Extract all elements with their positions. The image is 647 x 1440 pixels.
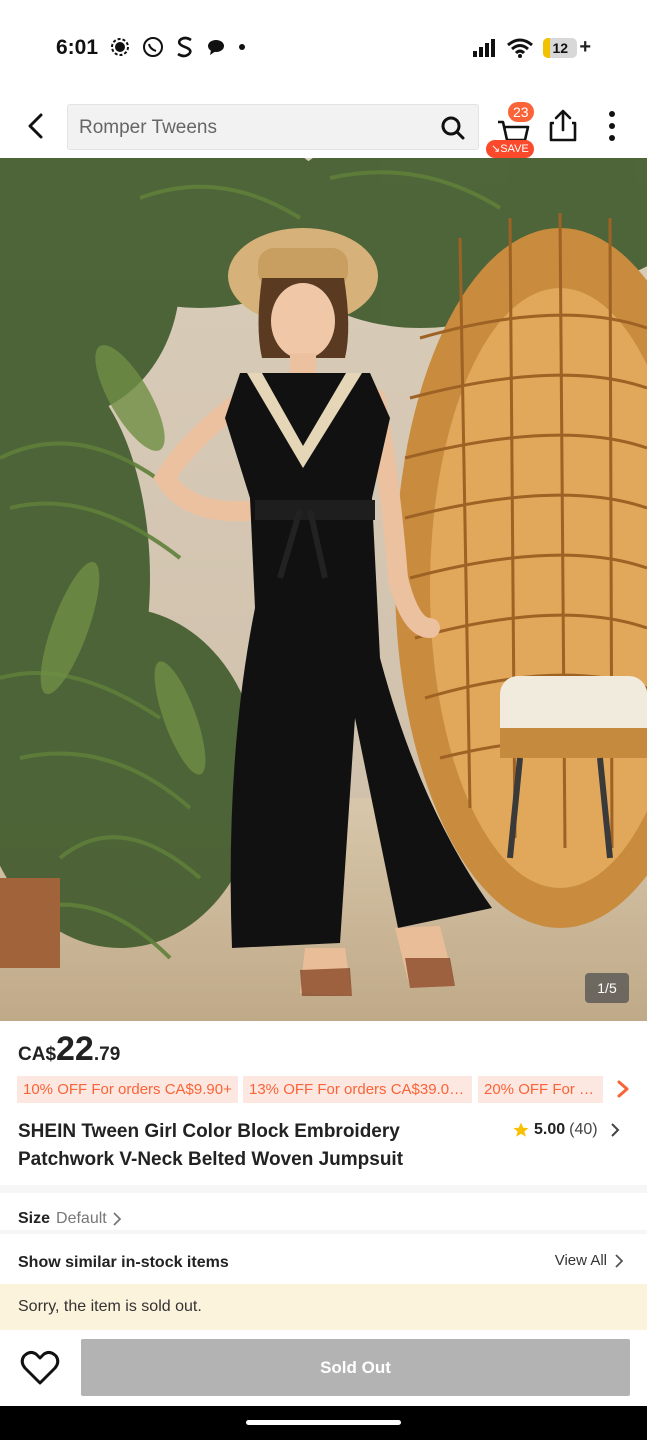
similar-items-title: Show similar in-stock items	[18, 1254, 229, 1271]
system-icons: 12 +	[473, 36, 591, 59]
status-time: 6:01	[56, 36, 99, 59]
price-cents: .79	[93, 1044, 121, 1065]
top-header: Romper Tweens 23 ↘SAVE	[0, 96, 647, 158]
coupon-tag[interactable]: 10% OFF For orders CA$9.90+	[17, 1076, 238, 1103]
back-arrow-icon	[28, 113, 43, 139]
section-divider	[0, 1230, 647, 1234]
section-divider	[0, 1185, 647, 1193]
similar-items-section: Show similar in-stock items View All	[0, 1240, 647, 1284]
search-icon[interactable]	[440, 115, 466, 141]
save-label: SAVE	[500, 143, 529, 155]
product-image[interactable]: 1/5	[0, 158, 647, 1021]
rating[interactable]: 5.00 (40)	[512, 1121, 620, 1139]
notification-icons	[110, 36, 246, 58]
chat-bubble-icon	[208, 40, 224, 55]
cart-count-badge: 23	[508, 102, 534, 122]
chevron-right-icon	[113, 1212, 121, 1226]
cart-button[interactable]: 23 ↘SAVE	[486, 102, 540, 158]
home-indicator[interactable]	[246, 1420, 401, 1425]
coupon-row[interactable]: 10% OFF For orders CA$9.90+ 13% OFF For …	[17, 1076, 647, 1104]
whatsapp-icon	[143, 37, 163, 57]
star-icon	[513, 1122, 529, 1137]
chevron-right-icon[interactable]	[613, 1078, 633, 1100]
system-navigation-bar	[0, 1406, 647, 1440]
wishlist-button[interactable]	[18, 1346, 62, 1390]
coupon-tag[interactable]: 13% OFF For orders CA$39.00+	[243, 1076, 472, 1103]
product-photo	[0, 158, 647, 1021]
save-badge: ↘SAVE	[486, 140, 534, 158]
battery-icon: 12 +	[543, 36, 591, 59]
price: CA$ 22 .79	[18, 1030, 120, 1069]
battery-level: 12	[552, 39, 569, 56]
chevron-right-icon	[610, 1123, 620, 1137]
battery-charging-plus: +	[579, 36, 591, 58]
cell-signal-icon	[473, 38, 496, 57]
heart-icon	[20, 1350, 60, 1385]
share-icon	[549, 109, 577, 142]
sold-out-message: Sorry, the item is sold out.	[18, 1298, 202, 1315]
status-bar: 6:01 12 +	[0, 0, 647, 96]
save-trend-icon: ↘	[491, 143, 501, 155]
more-options-button[interactable]	[596, 108, 628, 144]
price-main: 22	[56, 1030, 94, 1068]
search-input[interactable]: Romper Tweens	[67, 104, 479, 150]
sold-out-button[interactable]: Sold Out	[81, 1339, 630, 1396]
rating-value: 5.00	[534, 1121, 566, 1138]
signal-app-icon	[111, 38, 129, 56]
image-counter: 1/5	[585, 973, 629, 1003]
wifi-icon	[507, 38, 534, 58]
price-currency: CA$	[18, 1044, 57, 1065]
view-all-link[interactable]: View All	[555, 1252, 623, 1269]
view-all-label: View All	[554, 1252, 607, 1269]
bottom-action-bar: Sold Out	[0, 1330, 647, 1406]
sold-out-banner: Sorry, the item is sold out.	[0, 1284, 647, 1330]
size-label: Size	[18, 1210, 51, 1227]
size-selector[interactable]: Size Default	[18, 1210, 121, 1228]
review-count: (40)	[569, 1121, 598, 1138]
share-button[interactable]	[545, 108, 581, 144]
size-value: Default	[56, 1210, 107, 1227]
chevron-right-icon	[615, 1253, 623, 1268]
dot-icon	[239, 44, 245, 50]
back-button[interactable]	[16, 106, 56, 146]
s-app-icon	[177, 36, 192, 58]
coupon-tag[interactable]: 20% OFF For o...	[478, 1076, 603, 1103]
more-vertical-icon	[609, 111, 615, 141]
product-title: SHEIN Tween Girl Color Block Embroidery …	[18, 1121, 404, 1170]
search-query: Romper Tweens	[79, 117, 217, 138]
